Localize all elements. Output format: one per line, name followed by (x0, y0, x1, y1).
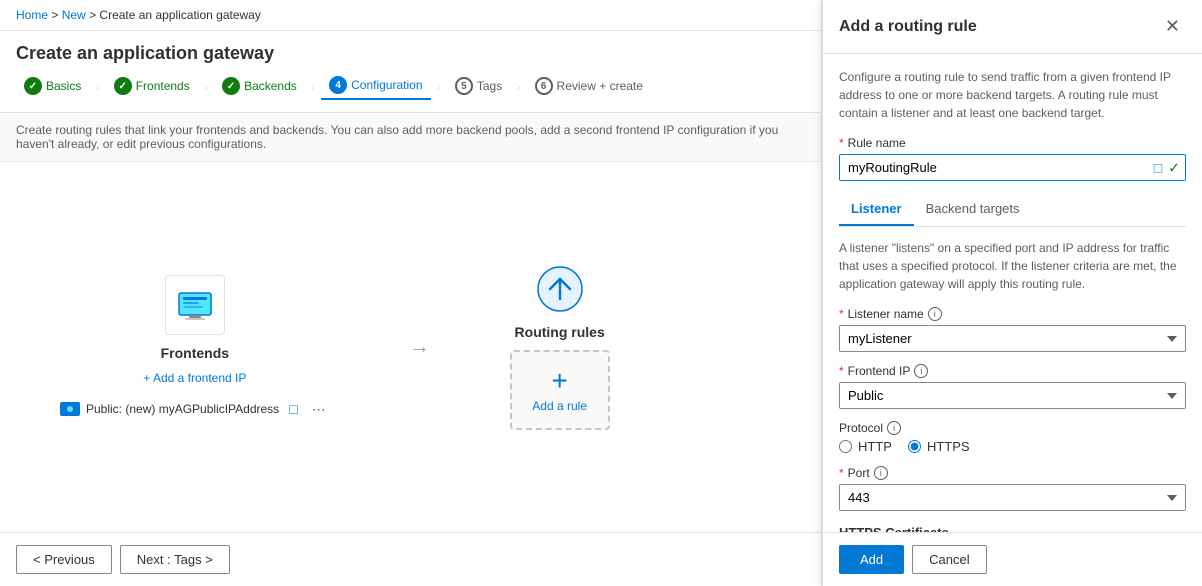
port-label: * Port i (839, 466, 1186, 480)
panel-description: Configure a routing rule to send traffic… (839, 68, 1186, 122)
page-title: Create an application gateway (0, 31, 821, 72)
listener-description: A listener "listens" on a specified port… (839, 239, 1186, 293)
frontend-item-icon (60, 402, 80, 416)
main-canvas: Frontends + Add a frontend IP Public: (n… (0, 162, 821, 532)
previous-button[interactable]: < Previous (16, 545, 112, 574)
protocol-https-label: HTTPS (927, 439, 970, 454)
routing-rules-component: Routing rules + Add a rule (510, 264, 610, 430)
step-backends-circle: ✓ (222, 77, 240, 95)
step-review-label: Review + create (557, 79, 643, 93)
protocol-radio-group: HTTP HTTPS (839, 439, 1186, 454)
panel-close-button[interactable]: ✕ (1159, 14, 1186, 39)
step-frontends-circle: ✓ (114, 77, 132, 95)
breadcrumb: Home > New > Create an application gatew… (0, 0, 821, 31)
protocol-https-option[interactable]: HTTPS (908, 439, 970, 454)
panel-header: Add a routing rule ✕ (823, 0, 1202, 54)
breadcrumb-current: Create an application gateway (99, 8, 260, 22)
rule-name-input-wrapper: □ ✓ (839, 154, 1186, 181)
rule-name-label-text: Rule name (848, 136, 906, 150)
panel-content: Configure a routing rule to send traffic… (823, 54, 1202, 532)
add-rule-box[interactable]: + Add a rule (510, 350, 610, 430)
frontends-label: Frontends (161, 345, 229, 361)
listener-name-group: * Listener name i myListener (839, 307, 1186, 352)
routing-rules-icon (535, 264, 585, 314)
bottom-bar: < Previous Next : Tags > (0, 532, 821, 586)
panel-title: Add a routing rule (839, 18, 977, 36)
step-review[interactable]: 6 Review + create (527, 73, 651, 99)
listener-name-label: * Listener name i (839, 307, 1186, 321)
cancel-button[interactable]: Cancel (912, 545, 986, 574)
listener-name-select[interactable]: myListener (839, 325, 1186, 352)
add-rule-label: Add a rule (532, 399, 587, 413)
protocol-https-radio[interactable] (908, 440, 921, 453)
step-frontends[interactable]: ✓ Frontends (106, 73, 198, 99)
rule-name-label: * Rule name (839, 136, 1186, 150)
step-basics[interactable]: ✓ Basics (16, 73, 89, 99)
frontends-icon (165, 275, 225, 335)
protocol-http-radio[interactable] (839, 440, 852, 453)
https-certificate-heading: HTTPS Certificate (839, 525, 1186, 532)
step-backends[interactable]: ✓ Backends (214, 73, 305, 99)
step-configuration-label: Configuration (351, 78, 422, 92)
protocol-label-text: Protocol (839, 421, 883, 435)
step-backends-label: Backends (244, 79, 297, 93)
add-button[interactable]: Add (839, 545, 904, 574)
frontend-ip-label: * Frontend IP i (839, 364, 1186, 378)
breadcrumb-home[interactable]: Home (16, 8, 48, 22)
routing-rule-panel: Add a routing rule ✕ Configure a routing… (822, 0, 1202, 586)
rule-name-group: * Rule name □ ✓ (839, 136, 1186, 181)
step-configuration-circle: 4 (329, 76, 347, 94)
step-configuration[interactable]: 4 Configuration (321, 72, 430, 100)
arrow-connector: → (410, 336, 430, 359)
step-basics-circle: ✓ (24, 77, 42, 95)
routing-rules-label: Routing rules (515, 324, 605, 340)
frontend-ip-group: * Frontend IP i Public Private (839, 364, 1186, 409)
tab-listener[interactable]: Listener (839, 193, 914, 226)
step-frontends-label: Frontends (136, 79, 190, 93)
rule-name-check-icon: ✓ (1166, 157, 1182, 178)
step-tags[interactable]: 5 Tags (447, 73, 510, 99)
step-review-circle: 6 (535, 77, 553, 95)
frontend-ip-label-text: Frontend IP (848, 364, 911, 378)
listener-name-input-wrapper: myListener (839, 325, 1186, 352)
frontend-item-label: Public: (new) myAGPublicIPAddress (86, 402, 279, 416)
page-description: Create routing rules that link your fron… (0, 113, 821, 162)
protocol-http-option[interactable]: HTTP (839, 439, 892, 454)
frontend-ip-select[interactable]: Public Private (839, 382, 1186, 409)
step-tags-circle: 5 (455, 77, 473, 95)
frontend-item: Public: (new) myAGPublicIPAddress □ ⋯ (60, 399, 330, 420)
add-rule-plus-icon: + (551, 367, 567, 395)
panel-footer: Add Cancel (823, 532, 1202, 586)
panel-tabs: Listener Backend targets (839, 193, 1186, 227)
port-select[interactable]: 443 (839, 484, 1186, 511)
protocol-http-label: HTTP (858, 439, 892, 454)
frontends-component: Frontends + Add a frontend IP Public: (n… (60, 275, 330, 420)
protocol-label: Protocol i (839, 421, 1186, 435)
port-info-icon[interactable]: i (874, 466, 888, 480)
frontend-more-button[interactable]: ⋯ (308, 399, 330, 420)
rule-name-copy-icon[interactable]: □ (1152, 158, 1164, 178)
wizard-steps: ✓ Basics › ✓ Frontends › ✓ Backends › 4 … (0, 72, 821, 113)
frontend-copy-button[interactable]: □ (285, 399, 301, 419)
breadcrumb-new[interactable]: New (62, 8, 86, 22)
port-label-text: Port (848, 466, 870, 480)
next-button[interactable]: Next : Tags > (120, 545, 230, 574)
listener-name-label-text: Listener name (848, 307, 924, 321)
rule-name-input[interactable] (839, 154, 1186, 181)
step-tags-label: Tags (477, 79, 502, 93)
tab-backend-targets[interactable]: Backend targets (914, 193, 1032, 226)
frontend-ip-info-icon[interactable]: i (914, 364, 928, 378)
protocol-info-icon[interactable]: i (887, 421, 901, 435)
listener-name-info-icon[interactable]: i (928, 307, 942, 321)
port-group: * Port i 443 (839, 466, 1186, 511)
step-basics-label: Basics (46, 79, 81, 93)
add-frontend-ip-link[interactable]: + Add a frontend IP (143, 371, 246, 385)
protocol-group: Protocol i HTTP HTTPS (839, 421, 1186, 454)
